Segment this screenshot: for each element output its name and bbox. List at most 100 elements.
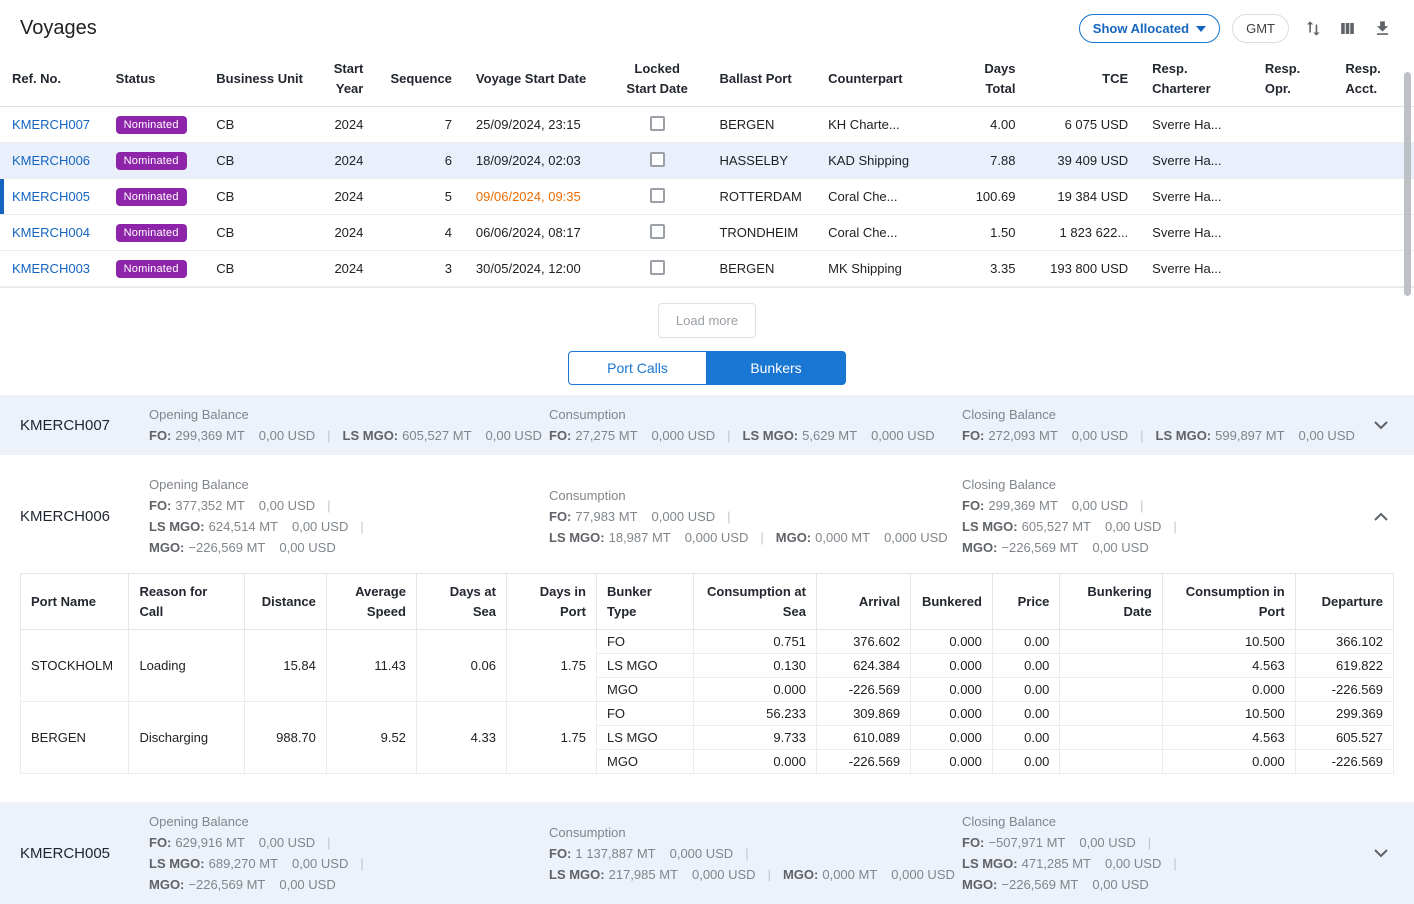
col-business-unit: Business Unit [204,51,321,107]
bunker-summary-row[interactable]: KMERCH005 Opening Balance FO:629,916 MT0… [0,802,1414,904]
col-bunkering-date: Bunkering Date [1060,574,1162,630]
balance-item: MGO:0,000 MT0,000 USD [776,530,948,545]
tab-port-calls[interactable]: Port Calls [568,351,707,385]
consumption-in-port-cell: 4.563 [1162,654,1295,678]
chevron-down-icon[interactable] [1368,843,1394,864]
opening-balance-title: Opening Balance [149,814,549,829]
fuel-label: FO: [549,846,571,861]
load-more-button[interactable]: Load more [658,303,756,338]
consumption-col: Consumption FO:77,983 MT0,000 USD LS MGO… [549,488,962,545]
bunker-section-kmerch006: KMERCH006 Opening Balance FO:377,352 MT0… [0,465,1414,792]
opening-balance-title: Opening Balance [149,477,549,492]
timezone-button[interactable]: GMT [1232,14,1289,43]
closing-balance-title: Closing Balance [962,814,1362,829]
consumption-in-port-cell: 0.000 [1162,750,1295,774]
voyages-header: Voyages Show Allocated GMT [0,0,1414,51]
sequence-cell: 6 [375,143,464,179]
fuel-usd: 0,000 USD [685,530,749,545]
voyage-ref-link[interactable]: KMERCH003 [12,261,90,276]
fuel-usd: 0,00 USD [1092,877,1148,892]
days-total-cell: 4.00 [963,107,1027,143]
chevron-down-icon[interactable] [1368,415,1394,436]
fuel-label: FO: [149,498,171,513]
bunker-summary-row[interactable]: KMERCH006 Opening Balance FO:377,352 MT0… [0,465,1414,567]
voyage-row[interactable]: KMERCH006 Nominated CB 2024 6 18/09/2024… [0,143,1414,179]
locked-start-checkbox[interactable] [650,224,665,239]
average-speed-cell: 9.52 [326,702,416,774]
tce-cell: 193 800 USD [1027,251,1140,287]
resp-acct-cell [1333,143,1414,179]
sequence-cell: 7 [375,107,464,143]
voyages-table: Ref. No. Status Business Unit Start Year… [0,51,1414,287]
locked-start-checkbox[interactable] [650,260,665,275]
voyage-row[interactable]: KMERCH004 Nominated CB 2024 4 06/06/2024… [0,215,1414,251]
balance-item: LS MGO:599,897 MT0,00 USD [1156,428,1355,443]
view-tabs: Port Calls Bunkers [0,351,1414,385]
download-icon[interactable] [1371,17,1394,40]
locked-start-checkbox[interactable] [650,152,665,167]
fuel-label: LS MGO: [549,867,605,882]
departure-cell: 619.822 [1295,654,1393,678]
fuel-label: FO: [962,835,984,850]
resp-acct-cell [1333,107,1414,143]
dropdown-caret-icon [1196,26,1206,32]
voyage-ref-link[interactable]: KMERCH006 [12,153,90,168]
bunker-type-cell: LS MGO [596,654,693,678]
opening-balance-title: Opening Balance [149,407,549,422]
col-start-year: Start Year [321,51,375,107]
voyage-row[interactable]: KMERCH007 Nominated CB 2024 7 25/09/2024… [0,107,1414,143]
col-price: Price [992,574,1060,630]
closing-balance-title: Closing Balance [962,477,1362,492]
tab-bunkers[interactable]: Bunkers [707,351,846,385]
voyage-row[interactable]: KMERCH003 Nominated CB 2024 3 30/05/2024… [0,251,1414,287]
col-average-speed: Average Speed [326,574,416,630]
balance-item: FO:−507,971 MT0,00 USD [962,835,1163,850]
col-days-total: Days Total [963,51,1027,107]
bunker-type-cell: FO [596,702,693,726]
voyage-ref-link[interactable]: KMERCH004 [12,225,90,240]
fuel-usd: 0,000 USD [692,867,756,882]
voyage-start-cell: 06/06/2024, 08:17 [464,215,607,251]
arrival-cell: 376.602 [816,630,910,654]
days-in-port-cell: 1.75 [506,630,596,702]
fuel-label: FO: [149,835,171,850]
fuel-label: LS MGO: [343,428,399,443]
status-cell: Nominated [104,107,205,143]
consumption-title: Consumption [549,488,962,503]
fuel-usd: 0,00 USD [259,428,315,443]
departure-cell: -226.569 [1295,678,1393,702]
average-speed-cell: 11.43 [326,630,416,702]
locked-start-checkbox[interactable] [650,188,665,203]
balance-item: LS MGO:605,527 MT0,00 USD [962,519,1189,534]
balance-item: FO:1 137,887 MT0,000 USD [549,846,761,861]
show-allocated-button[interactable]: Show Allocated [1079,14,1220,43]
voyage-ref-link[interactable]: KMERCH005 [12,189,90,204]
consumption-at-sea-cell: 0.000 [694,750,817,774]
locked-start-cell [607,143,708,179]
ballast-port-cell: BERGEN [707,107,816,143]
fuel-usd: 0,00 USD [1072,428,1128,443]
fuel-label: LS MGO: [549,530,605,545]
port-call-row: BERGEN Discharging 988.70 9.52 4.33 1.75… [21,702,1394,726]
days-total-cell: 7.88 [963,143,1027,179]
fuel-usd: 0,000 USD [891,867,955,882]
fuel-usd: 0,00 USD [1105,856,1161,871]
sort-arrows-icon[interactable] [1301,17,1324,40]
voyage-row-selected[interactable]: KMERCH005 Nominated CB 2024 5 09/06/2024… [0,179,1414,215]
resp-acct-cell [1333,215,1414,251]
bunkered-cell: 0.000 [911,654,993,678]
bunkering-date-cell [1060,702,1162,726]
locked-start-checkbox[interactable] [650,116,665,131]
fuel-qty: 471,285 MT [1022,856,1091,871]
chevron-up-icon[interactable] [1368,506,1394,527]
col-resp-acct: Resp. Acct. [1333,51,1414,107]
bunkering-date-cell [1060,678,1162,702]
vertical-scrollbar[interactable] [1404,72,1411,296]
status-badge: Nominated [116,260,187,278]
columns-icon[interactable] [1336,17,1359,40]
bunker-summary-row[interactable]: KMERCH007 Opening Balance FO:299,369 MT0… [0,395,1414,455]
resp-charterer-cell: Sverre Ha... [1140,143,1253,179]
col-counterpart: Counterpart [816,51,963,107]
fuel-usd: 0,000 USD [652,509,716,524]
voyage-ref-link[interactable]: KMERCH007 [12,117,90,132]
